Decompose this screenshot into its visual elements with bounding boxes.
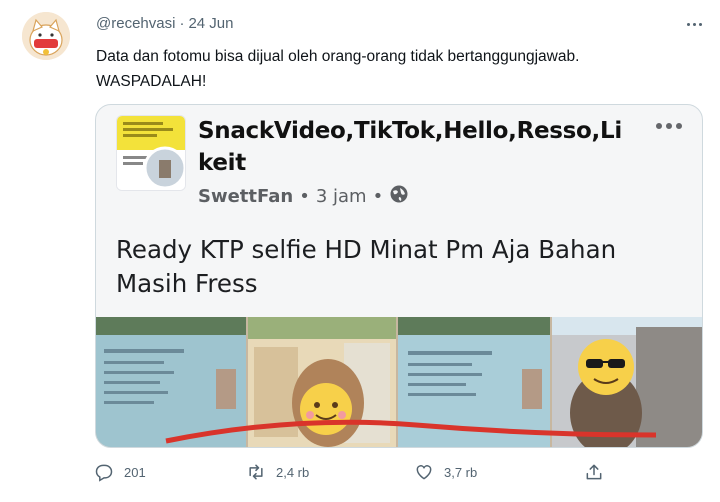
- embedded-post-author: SwettFan: [198, 186, 294, 207]
- retweet-count: 2,4 rb: [276, 464, 310, 480]
- tweet-text-line: WASPADALAH!: [96, 73, 207, 90]
- photo-strip: [96, 317, 702, 447]
- separator: ·: [179, 15, 185, 32]
- tweet-date[interactable]: 24 Jun: [188, 15, 233, 32]
- like-button[interactable]: 3,7 rb: [414, 462, 477, 482]
- like-count: 3,7 rb: [444, 464, 478, 480]
- tweet-text-line: Data dan fotomu bisa dijual oleh orang-o…: [96, 48, 580, 65]
- share-button[interactable]: [584, 462, 604, 482]
- embedded-post-meta: SwettFan • 3 jam •: [198, 184, 409, 209]
- like-icon: [414, 462, 434, 482]
- user-handle[interactable]: @recehvasi: [96, 15, 175, 32]
- meta-separator: •: [372, 186, 384, 207]
- post-text-line: Ready KTP selfie HD Minat Pm Aja Bahan: [116, 235, 617, 264]
- retweet-button[interactable]: 2,4 rb: [246, 462, 309, 482]
- reply-count: 201: [124, 464, 146, 480]
- retweet-icon: [246, 462, 266, 482]
- post-text-line: Masih Fress: [116, 269, 258, 298]
- embedded-more-icon: [656, 123, 682, 129]
- reply-button[interactable]: 201: [94, 462, 146, 482]
- reply-icon: [94, 462, 114, 482]
- share-icon: [584, 462, 604, 482]
- action-bar: 201 2,4 rb 3,7 rb: [90, 462, 610, 486]
- avatar[interactable]: [22, 12, 70, 60]
- more-icon[interactable]: [682, 14, 706, 34]
- tweet[interactable]: @recehvasi · 24 Jun Data dan fotomu bisa d…: [0, 0, 720, 502]
- title-line: keit: [198, 150, 246, 176]
- tweet-header: @recehvasi · 24 Jun: [96, 15, 233, 32]
- meta-separator: •: [299, 186, 310, 207]
- globe-icon: [389, 184, 409, 209]
- page-thumbnail: [116, 115, 186, 191]
- embedded-post-title: SnackVideo,TikTok,Hello,Resso,Li keit: [198, 115, 638, 179]
- tweet-image[interactable]: SnackVideo,TikTok,Hello,Resso,Li keit Sw…: [95, 104, 703, 448]
- tweet-text: Data dan fotomu bisa dijual oleh orang-o…: [96, 44, 696, 94]
- embedded-post-time: 3 jam: [315, 186, 367, 207]
- title-line: SnackVideo,TikTok,Hello,Resso,Li: [198, 118, 622, 144]
- embedded-post-text: Ready KTP selfie HD Minat Pm Aja Bahan M…: [116, 233, 676, 301]
